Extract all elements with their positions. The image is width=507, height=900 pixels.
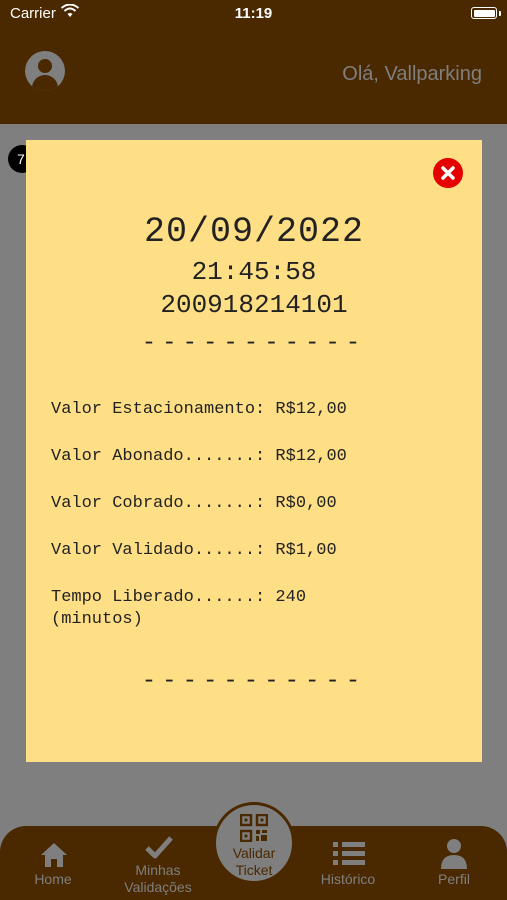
qr-code-icon xyxy=(240,814,268,842)
line-valor-estacionamento: Valor Estacionamento: R$12,00 xyxy=(51,400,347,419)
status-bar: Carrier 11:19 xyxy=(0,0,507,28)
validate-ticket-label: Validar Ticket xyxy=(232,845,276,878)
tab-home-label: Home xyxy=(34,871,72,887)
tab-perfil[interactable]: Perfil xyxy=(404,826,504,900)
ticket-time: 21:45:58 xyxy=(191,257,317,287)
ticket-separator-bottom: ----------- xyxy=(141,668,367,695)
list-icon xyxy=(333,842,365,865)
tab-minhas-validacoes[interactable]: Minhas Validações xyxy=(108,826,208,900)
tab-history-label: Histórico xyxy=(320,871,376,887)
person-icon xyxy=(441,839,467,869)
tab-home[interactable]: Home xyxy=(3,826,103,900)
tab-validations-label: Minhas Validações xyxy=(124,862,192,895)
ticket-code: 200918214101 xyxy=(160,290,348,320)
ticket-separator-top: ----------- xyxy=(141,330,367,357)
line-valor-abonado: Valor Abonado.......: R$12,00 xyxy=(51,447,347,466)
close-button[interactable] xyxy=(433,158,463,188)
validar-ticket-button[interactable]: Validar Ticket xyxy=(213,802,295,884)
battery-tip xyxy=(499,11,501,16)
clock-time: 11:19 xyxy=(234,5,273,22)
tab-historico[interactable]: Histórico xyxy=(298,826,398,900)
line-valor-cobrado: Valor Cobrado.......: R$0,00 xyxy=(51,494,337,513)
battery-icon xyxy=(471,7,497,19)
tab-profile-label: Perfil xyxy=(438,871,470,887)
line-valor-validado: Valor Validado......: R$1,00 xyxy=(51,541,337,560)
close-circle-icon xyxy=(434,159,462,187)
ticket-date: 20/09/2022 xyxy=(143,212,365,252)
user-circle-icon[interactable] xyxy=(25,51,65,91)
line-tempo-liberado: Tempo Liberado......: 240 (minutos) xyxy=(51,588,317,629)
checkmark-icon xyxy=(145,836,173,859)
greeting-text: Olá, Vallparking xyxy=(342,63,482,85)
home-icon xyxy=(41,843,67,867)
app-header: Olá, Vallparking xyxy=(0,28,507,124)
ticket-receipt-modal: 20/09/2022 21:45:58 200918214101 -------… xyxy=(26,140,482,762)
